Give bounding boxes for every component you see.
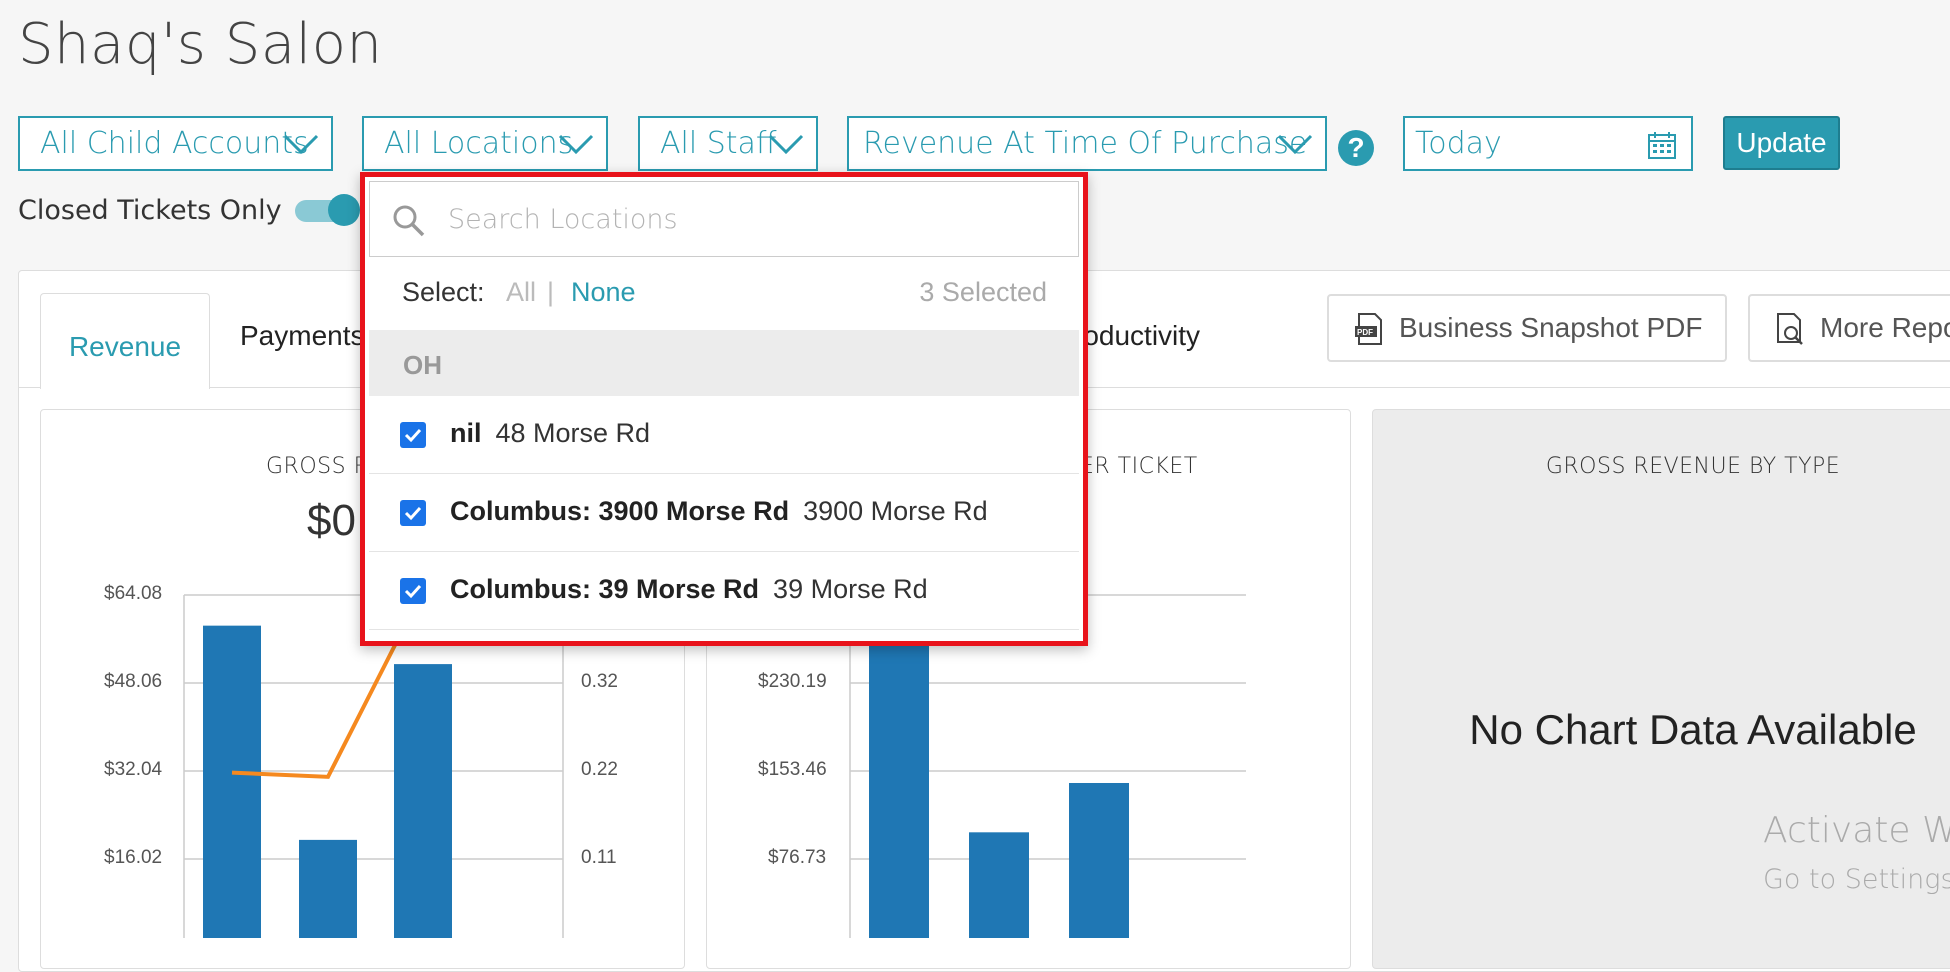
activate-windows-hint: Go to Settings (1763, 864, 1950, 895)
bar (394, 664, 452, 938)
group-label: OH (403, 350, 442, 380)
location-name: Columbus: 3900 Morse Rd (450, 496, 790, 526)
date-picker-input[interactable]: Today (1403, 116, 1693, 171)
bar (1069, 782, 1129, 938)
bar (203, 625, 261, 938)
location-checkbox[interactable] (400, 578, 426, 604)
calendar-icon[interactable] (1647, 130, 1677, 160)
more-reports-button[interactable]: More Repo (1748, 294, 1950, 362)
more-reports-label: More Repo (1820, 312, 1950, 343)
search-placeholder: Search Locations (448, 204, 678, 235)
location-item[interactable]: nil 48 Morse Rd (369, 396, 1079, 474)
location-address: 48 Morse Rd (495, 418, 651, 448)
no-chart-data-message: No Chart Data Available (1469, 706, 1917, 753)
search-icon (393, 205, 425, 237)
location-address: 3900 Morse Rd (803, 496, 988, 526)
location-item[interactable]: Columbus: 39 Morse Rd 39 Morse Rd (369, 552, 1079, 630)
separator: | (547, 277, 555, 307)
location-checkbox[interactable] (400, 500, 426, 526)
bar (869, 594, 929, 938)
location-address: 39 Morse Rd (773, 574, 928, 604)
location-item[interactable]: Columbus: 3900 Morse Rd 3900 Morse Rd (369, 474, 1079, 552)
location-name: Columbus: 39 Morse Rd (450, 574, 760, 604)
location-checkbox[interactable] (400, 422, 426, 448)
business-snapshot-pdf-button[interactable]: PDF Business Snapshot PDF (1327, 294, 1727, 362)
report-search-icon (1777, 313, 1803, 345)
group-header-oh: OH (369, 330, 1079, 396)
search-locations-input[interactable]: Search Locations (369, 181, 1079, 257)
update-button[interactable]: Update (1723, 116, 1840, 170)
select-label: Select: (402, 277, 485, 307)
bar (299, 839, 357, 938)
date-value: Today (1415, 126, 1502, 161)
selected-count: 3 Selected (919, 277, 1047, 307)
revenue-by-type-title: GROSS REVENUE BY TYPE (1545, 454, 1841, 479)
select-none-link[interactable]: None (571, 277, 636, 308)
locations-dropdown-menu: Search Locations Select: All | None 3 Se… (360, 172, 1088, 646)
activate-windows-watermark: Activate W (1763, 810, 1950, 851)
bar (969, 832, 1029, 938)
location-name: nil (450, 418, 482, 448)
snapshot-pdf-label: Business Snapshot PDF (1399, 312, 1703, 343)
select-all-link[interactable]: All (506, 277, 536, 308)
